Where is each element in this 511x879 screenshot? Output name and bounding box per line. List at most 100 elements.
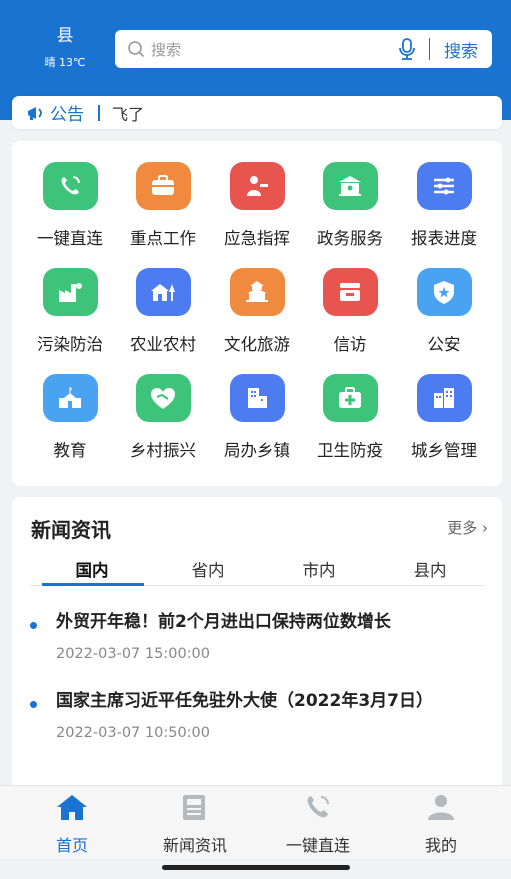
news-section: 新闻资讯 更多 › 国内 省内 市内 县内 外贸开年稳！前2个月进出口保持两位数…: [12, 497, 502, 797]
grid-item-petition[interactable]: 信访: [303, 268, 397, 355]
tile-6: [135, 268, 191, 316]
tile-3: [322, 162, 378, 210]
grid-item-agriculture-rural[interactable]: 农业农村: [116, 268, 210, 355]
tile-9: [416, 268, 472, 316]
news-more-link[interactable]: 更多 ›: [447, 517, 488, 538]
search-button[interactable]: 搜索: [444, 37, 478, 62]
active-tab-indicator: [42, 583, 144, 586]
tile-8: [322, 268, 378, 316]
grid-label: 城乡管理: [411, 441, 477, 460]
tile-14: [416, 374, 472, 422]
grid-label: 一键直连: [37, 229, 103, 248]
tile-5: [42, 268, 98, 316]
handshake-heart-icon: [151, 388, 175, 409]
grid-label: 公安: [427, 335, 461, 354]
tile-1: [135, 162, 191, 210]
home-indicator: [162, 865, 350, 870]
location-weather[interactable]: 县 晴 13℃: [30, 26, 100, 70]
tile-2: [229, 162, 285, 210]
grid-item-direct-connect[interactable]: 一键直连: [23, 162, 117, 249]
school-icon: [59, 387, 81, 408]
home-icon: [57, 795, 87, 820]
tab-domestic[interactable]: 国内: [42, 557, 142, 581]
briefcase-icon: [152, 175, 174, 195]
tile-7: [229, 268, 285, 316]
nav-home[interactable]: 首页: [17, 792, 127, 856]
notice-bar[interactable]: 公告 飞了: [12, 96, 502, 129]
nav-label: 首页: [55, 836, 88, 855]
tile-4: [416, 162, 472, 210]
factory-icon: [59, 283, 82, 302]
nav-news[interactable]: 新闻资讯: [140, 792, 250, 856]
tile-10: [42, 374, 98, 422]
grid-item-emergency-command[interactable]: 应急指挥: [210, 162, 304, 249]
city-name: 县: [56, 26, 74, 46]
nav-direct-connect[interactable]: 一键直连: [263, 792, 373, 856]
grid-item-public-security[interactable]: 公安: [397, 268, 491, 355]
notice-text[interactable]: 飞了: [112, 101, 144, 125]
grid-item-key-work[interactable]: 重点工作: [116, 162, 210, 249]
government-building-icon: [339, 176, 361, 196]
tab-city[interactable]: 市内: [269, 557, 369, 581]
grid-label: 重点工作: [130, 229, 196, 248]
grid-label: 文化旅游: [224, 335, 290, 354]
newspaper-icon: [183, 795, 205, 820]
grid-label: 农业农村: [130, 335, 196, 354]
grid-item-government-service[interactable]: 政务服务: [303, 162, 397, 249]
phone-icon: [307, 796, 329, 818]
microphone-icon[interactable]: [397, 38, 417, 60]
search-input[interactable]: 搜索: [151, 39, 397, 60]
progress-sliders-icon: [434, 177, 454, 195]
grid-label: 报表进度: [411, 229, 477, 248]
pagoda-icon: [246, 281, 268, 302]
grid-item-education[interactable]: 教育: [23, 374, 117, 461]
grid-label: 信访: [333, 335, 367, 354]
tile-13: [322, 374, 378, 422]
grid-item-bureaus-towns[interactable]: 局办乡镇: [210, 374, 304, 461]
office-building-icon: [248, 388, 267, 408]
nav-label: 我的: [424, 836, 457, 855]
grid-item-culture-tourism[interactable]: 文化旅游: [210, 268, 304, 355]
search-icon: [128, 41, 145, 58]
search-bar[interactable]: 搜索 搜索: [115, 30, 492, 68]
grid-item-urban-rural-management[interactable]: 城乡管理: [397, 374, 491, 461]
grid-label: 局办乡镇: [224, 441, 290, 460]
phone-call-icon: [61, 176, 80, 195]
grid-item-rural-revitalization[interactable]: 乡村振兴: [116, 374, 210, 461]
news-headline[interactable]: 外贸开年稳！前2个月进出口保持两位数增长: [56, 609, 490, 636]
grid-label: 应急指挥: [224, 229, 290, 248]
police-shield-icon: [434, 281, 454, 304]
news-date: 2022-03-07 15:00:00: [56, 646, 210, 662]
notice-divider: [98, 104, 100, 121]
nav-label: 一键直连: [285, 836, 350, 855]
grid-label: 教育: [53, 441, 87, 460]
tile-0: [42, 162, 98, 210]
city-buildings-icon: [434, 388, 454, 408]
nav-profile[interactable]: 我的: [386, 792, 496, 856]
grid-item-report-progress[interactable]: 报表进度: [397, 162, 491, 249]
notice-label: 公告: [50, 105, 84, 125]
news-tabs: 国内 省内 市内 县内: [30, 553, 485, 586]
tile-11: [135, 374, 191, 422]
grid-label: 政务服务: [317, 229, 383, 248]
news-item[interactable]: 外贸开年稳！前2个月进出口保持两位数增长 2022-03-07 15:00:00: [30, 609, 490, 662]
farmhouse-icon: [151, 284, 175, 301]
tab-county[interactable]: 县内: [380, 557, 480, 581]
megaphone-icon: [28, 106, 42, 120]
nav-label: 新闻资讯: [162, 836, 227, 855]
news-headline[interactable]: 国家主席习近平任免驻外大使（2022年3月7日）: [56, 688, 490, 715]
medical-kit-icon: [339, 387, 361, 408]
commander-icon: [247, 176, 268, 196]
tab-province[interactable]: 省内: [158, 557, 258, 581]
news-date: 2022-03-07 10:50:00: [56, 725, 210, 741]
inbox-icon: [340, 283, 360, 301]
news-item[interactable]: 国家主席习近平任免驻外大使（2022年3月7日） 2022-03-07 10:5…: [30, 688, 490, 741]
grid-label: 卫生防疫: [317, 441, 383, 460]
tile-12: [229, 374, 285, 422]
grid-label: 污染防治: [37, 335, 103, 354]
news-section-title: 新闻资讯: [31, 518, 111, 542]
grid-item-health-epidemic[interactable]: 卫生防疫: [303, 374, 397, 461]
bottom-navigation: 首页 新闻资讯 一键直连 我的: [0, 785, 511, 859]
bullet-dot: [30, 622, 37, 629]
grid-item-pollution-control[interactable]: 污染防治: [23, 268, 117, 355]
